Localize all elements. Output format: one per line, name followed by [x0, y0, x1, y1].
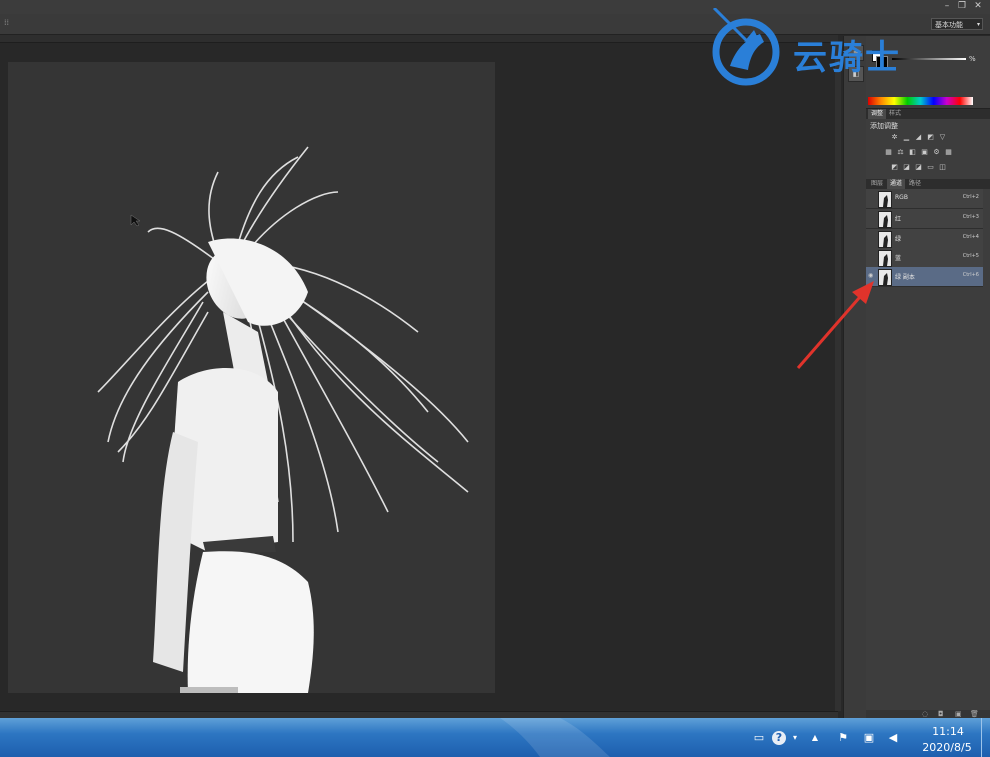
red-arrow-annotation: [796, 281, 874, 369]
eye-icon[interactable]: [868, 253, 876, 261]
tab-styles[interactable]: 样式: [886, 109, 904, 119]
channel-shortcut: Ctrl+6: [962, 272, 979, 278]
eye-icon[interactable]: [868, 194, 876, 202]
channel-name: 绿: [895, 236, 902, 243]
invert-icon[interactable]: ◩: [890, 163, 899, 172]
workspace-label: 基本功能: [935, 21, 963, 29]
gradient-map-icon[interactable]: ▭: [926, 163, 935, 172]
chevron-down-icon: ▾: [976, 21, 980, 28]
channel-shortcut: Ctrl+3: [962, 214, 979, 220]
channel-name: 蓝: [895, 255, 902, 262]
color-spectrum-bar[interactable]: [868, 97, 973, 105]
save-selection-icon[interactable]: ◘: [938, 710, 946, 718]
levels-icon[interactable]: ▁: [902, 133, 911, 142]
tool-preset-icon[interactable]: ⁞⁞: [4, 18, 14, 30]
close-button[interactable]: ✕: [971, 1, 985, 12]
clock-date[interactable]: 2020/8/5: [916, 741, 978, 754]
threshold-icon[interactable]: ◪: [914, 163, 923, 172]
show-hidden-icons-icon[interactable]: ▲: [808, 731, 822, 745]
restore-button[interactable]: ❐: [955, 1, 969, 12]
channel-name: 红: [895, 216, 902, 223]
trash-icon[interactable]: 🗑: [970, 710, 979, 718]
tab-adjustments[interactable]: 调整: [868, 109, 887, 119]
channel-mixer-icon[interactable]: ⚙: [932, 148, 941, 157]
tab-channels[interactable]: 通道: [887, 179, 906, 189]
watermark-text: 云骑士: [793, 38, 901, 78]
channel-row[interactable]: 绿 Ctrl+4: [866, 229, 983, 249]
channel-shortcut: Ctrl+4: [962, 234, 979, 240]
minimize-button[interactable]: –: [940, 1, 954, 12]
brightness-icon[interactable]: ✲: [890, 133, 899, 142]
keyboard-icon[interactable]: ▭: [752, 731, 766, 745]
show-desktop-button[interactable]: [981, 718, 990, 757]
chevron-down-icon[interactable]: ▾: [788, 731, 802, 745]
opacity-percent-label: %: [969, 55, 976, 63]
photo-filter-icon[interactable]: ▣: [920, 148, 929, 157]
collapsed-dock: ≡ ◧: [843, 36, 867, 718]
adjustments-title: 添加调整: [870, 122, 898, 130]
opacity-slider[interactable]: [892, 58, 966, 60]
help-icon[interactable]: ?: [772, 731, 786, 745]
channel-thumbnail: [878, 250, 892, 267]
channel-thumbnail: [878, 269, 892, 286]
channel-thumbnail: [878, 191, 892, 208]
selective-color-icon[interactable]: ◫: [938, 163, 947, 172]
channel-image-figure: [97, 146, 469, 693]
adjustment-icons-row-2: ▦ ⚖ ◧ ▣ ⚙ ▦: [884, 148, 953, 157]
channel-thumbnail: [878, 211, 892, 228]
black-white-icon[interactable]: ◧: [908, 148, 917, 157]
channel-name: RGB: [895, 194, 908, 201]
tab-layers[interactable]: 图层: [868, 179, 886, 189]
taskbar-glare: [500, 718, 610, 757]
network-icon[interactable]: ▣: [862, 731, 876, 745]
workspace-select[interactable]: 基本功能 ▾: [931, 18, 983, 30]
new-channel-icon[interactable]: ▣: [955, 710, 963, 718]
adjustment-icons-row-3: ◩ ◪ ◪ ▭ ◫: [890, 163, 947, 172]
load-selection-icon[interactable]: ◌: [922, 710, 930, 718]
color-lookup-icon[interactable]: ▦: [944, 148, 953, 157]
arrow-shaft: [796, 289, 868, 369]
exposure-icon[interactable]: ◩: [926, 133, 935, 142]
channel-row[interactable]: 蓝 Ctrl+5: [866, 248, 983, 268]
volume-icon[interactable]: ◀: [886, 731, 900, 745]
curves-icon[interactable]: ◢: [914, 133, 923, 142]
action-center-flag-icon[interactable]: ⚑: [836, 731, 850, 745]
eye-icon[interactable]: [868, 234, 876, 242]
channel-row-selected[interactable]: ◉ 绿 副本 Ctrl+6: [866, 267, 983, 287]
document-image[interactable]: [8, 62, 495, 693]
adjustments-tab-bar: 调整 样式: [866, 109, 990, 119]
adjustment-icons-row-1: ✲ ▁ ◢ ◩ ▽: [890, 133, 947, 142]
title-bar: – ❐ ✕: [0, 0, 990, 14]
channel-name: 绿 副本: [895, 274, 915, 281]
channel-row[interactable]: 红 Ctrl+3: [866, 209, 983, 229]
clock-time[interactable]: 11:14: [928, 725, 968, 738]
channel-shortcut: Ctrl+5: [962, 253, 979, 259]
color-balance-icon[interactable]: ⚖: [896, 148, 905, 157]
hair-strands: [97, 146, 469, 543]
channels-footer: ◌ ◘ ▣ 🗑: [866, 710, 990, 718]
eye-icon[interactable]: [868, 214, 876, 222]
tab-paths[interactable]: 路径: [906, 179, 924, 189]
vertical-scrollbar[interactable]: [835, 43, 841, 711]
channel-thumbnail: [878, 231, 892, 248]
channel-shortcut: Ctrl+2: [962, 194, 979, 200]
channel-row[interactable]: RGB Ctrl+2: [866, 189, 983, 209]
channels-tab-bar: 图层 通道 路径: [866, 179, 990, 189]
watermark-logo: [712, 8, 780, 86]
vibrance-icon[interactable]: ▽: [938, 133, 947, 142]
posterize-icon[interactable]: ◪: [902, 163, 911, 172]
hue-saturation-icon[interactable]: ▦: [884, 148, 893, 157]
